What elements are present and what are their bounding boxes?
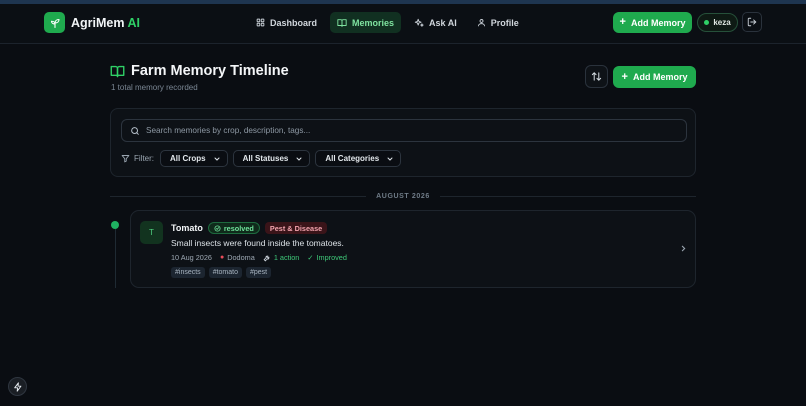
check-circle-icon — [214, 224, 221, 232]
tag[interactable]: #insects — [171, 267, 205, 278]
app-header: AgriMem AI Dashboard Memories Ask AI Pro… — [0, 4, 806, 44]
memory-location: ● Dodoma — [219, 253, 255, 262]
filter-panel: Filter: All Crops All Statuses All Categ… — [110, 108, 696, 177]
lightning-icon — [13, 381, 21, 392]
tag[interactable]: #tomato — [208, 267, 242, 278]
nav-ask-ai[interactable]: Ask AI — [407, 12, 464, 33]
memory-actions: 1 action — [263, 253, 299, 262]
plus-icon: + — [621, 70, 628, 83]
status-badge: resolved — [207, 222, 260, 234]
sort-arrows-icon — [591, 72, 602, 81]
wrench-icon — [263, 255, 270, 261]
memory-count: 1 total memory recorded — [111, 83, 198, 92]
memory-description: Small insects were found inside the toma… — [171, 238, 344, 248]
add-memory-button[interactable]: + Add Memory — [613, 66, 696, 88]
chevron-down-icon — [296, 157, 302, 161]
grid-icon — [256, 18, 265, 27]
nav-dashboard[interactable]: Dashboard — [249, 12, 324, 33]
app-logo[interactable]: AgriMem AI — [44, 12, 140, 33]
quick-actions-button[interactable] — [8, 377, 27, 396]
filter-row: Filter: All Crops All Statuses All Categ… — [121, 150, 402, 167]
plus-icon: + — [619, 16, 626, 28]
book-icon — [337, 18, 347, 27]
header-add-memory-button[interactable]: + Add Memory — [613, 12, 692, 33]
separator-line — [110, 195, 367, 197]
check-icon: ✓ — [307, 253, 314, 262]
memory-tags: #insects #tomato #pest — [171, 267, 272, 278]
nav-memories-label: Memories — [352, 17, 395, 28]
nav-profile[interactable]: Profile — [470, 12, 526, 33]
chevron-right-icon[interactable] — [679, 244, 688, 253]
app-name: AgriMem AI — [71, 15, 140, 30]
funnel-icon — [121, 155, 130, 163]
user-badge[interactable]: keza — [697, 13, 738, 32]
chevron-down-icon — [214, 157, 220, 161]
search-box[interactable] — [121, 119, 687, 142]
crop-filter-select[interactable]: All Crops — [160, 150, 228, 167]
sort-button[interactable] — [585, 65, 608, 88]
memory-date: 10 Aug 2026 — [171, 253, 212, 262]
separator-line — [439, 195, 696, 197]
chevron-down-icon — [387, 157, 393, 161]
location-pin-icon: ● — [219, 254, 225, 261]
timeline-dot — [111, 221, 119, 229]
memory-card-header: Tomato resolved Pest & Disease — [171, 222, 328, 234]
sprout-icon — [44, 12, 65, 33]
month-separator: AUGUST 2026 — [110, 190, 696, 202]
category-filter-select[interactable]: All Categories — [315, 150, 402, 167]
memory-card[interactable]: T Tomato resolved Pest & Disease Small i… — [130, 210, 696, 288]
user-icon — [477, 19, 485, 27]
page-title: Farm Memory Timeline — [110, 63, 289, 79]
filter-label: Filter: — [121, 154, 154, 163]
book-icon — [110, 65, 125, 77]
nav-memories[interactable]: Memories — [330, 12, 402, 33]
nav-ask-ai-label: Ask AI — [429, 17, 457, 28]
memory-outcome: ✓ Improved — [307, 253, 347, 262]
category-badge: Pest & Disease — [264, 222, 328, 234]
online-status-dot — [704, 20, 710, 25]
logout-icon — [747, 17, 757, 27]
search-icon — [131, 126, 139, 135]
memory-meta: 10 Aug 2026 ● Dodoma 1 action ✓ Improved — [171, 253, 347, 262]
logout-button[interactable] — [742, 12, 762, 32]
timeline-line — [115, 225, 116, 288]
month-label: AUGUST 2026 — [376, 192, 430, 200]
status-filter-select[interactable]: All Statuses — [232, 150, 311, 167]
nav-dashboard-label: Dashboard — [270, 17, 318, 28]
nav-profile-label: Profile — [490, 17, 519, 28]
main-nav: Dashboard Memories Ask AI Profile — [249, 12, 526, 33]
crop-avatar: T — [140, 221, 163, 244]
sparkle-icon — [414, 18, 424, 27]
search-input[interactable] — [146, 126, 666, 135]
tag[interactable]: #pest — [245, 267, 272, 278]
crop-name: Tomato — [171, 223, 203, 233]
